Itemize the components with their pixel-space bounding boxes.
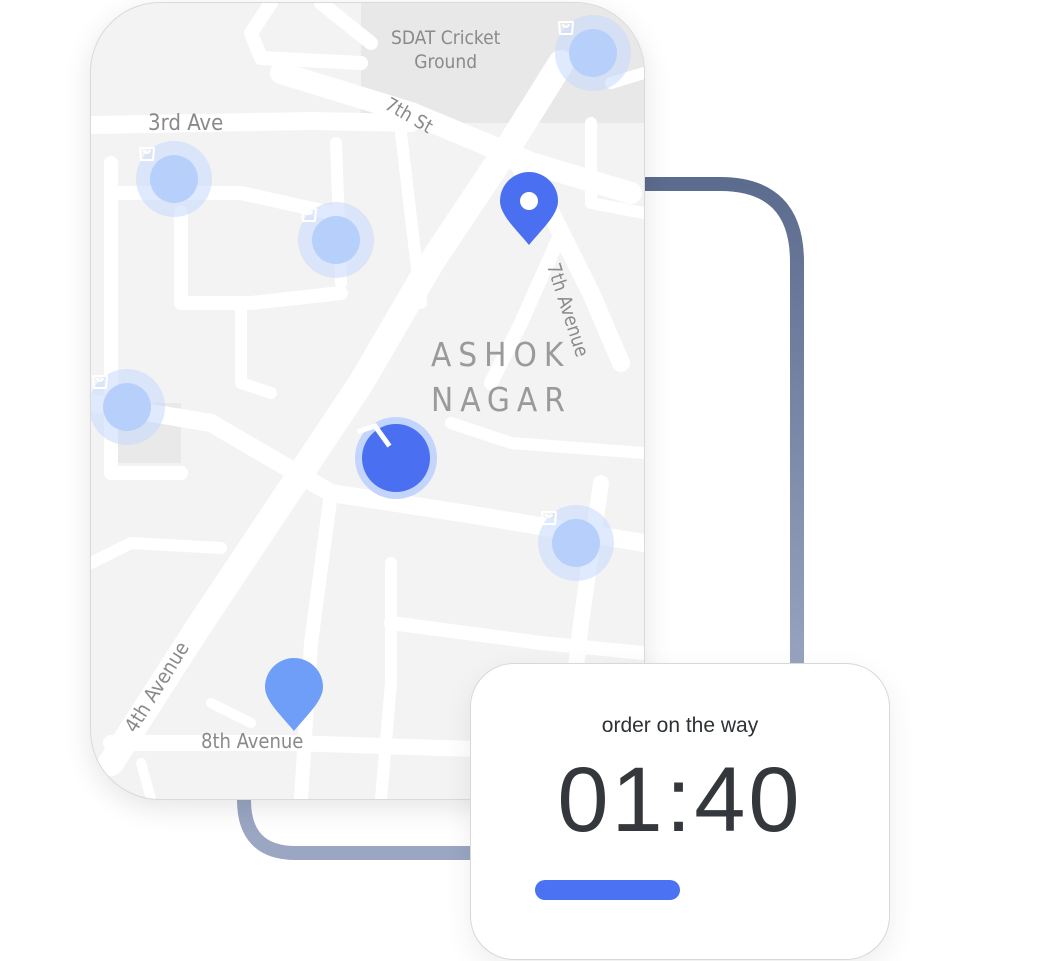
order-progress-bar <box>535 880 825 900</box>
store-marker[interactable] <box>136 141 212 217</box>
location-pin-icon[interactable] <box>498 171 560 247</box>
order-progress-fill <box>535 880 680 900</box>
map-label-district: ASHOK NAGAR <box>431 335 572 419</box>
shopping-bag-icon <box>139 147 198 203</box>
courier-marker[interactable] <box>355 417 437 499</box>
shopping-bag-icon <box>92 375 151 431</box>
order-status-card: order on the way 01:40 <box>470 663 890 960</box>
location-pin-icon[interactable] <box>263 657 325 733</box>
order-status-text: order on the way <box>601 714 759 737</box>
order-countdown-timer: 01:40 <box>557 749 803 851</box>
store-marker[interactable] <box>555 15 631 91</box>
store-marker[interactable] <box>298 202 374 278</box>
map-label-sdat-cricket-ground: SDAT Cricket Ground <box>391 27 501 73</box>
map-label-8th-avenue: 8th Avenue <box>201 729 304 753</box>
map-label-3rd-ave: 3rd Ave <box>148 111 224 136</box>
shopping-bag-icon <box>541 511 600 567</box>
navigation-arrow-icon <box>356 423 430 492</box>
store-marker[interactable] <box>538 505 614 581</box>
store-marker[interactable] <box>91 369 165 445</box>
shopping-bag-icon <box>301 208 360 264</box>
shopping-bag-icon <box>558 21 617 77</box>
